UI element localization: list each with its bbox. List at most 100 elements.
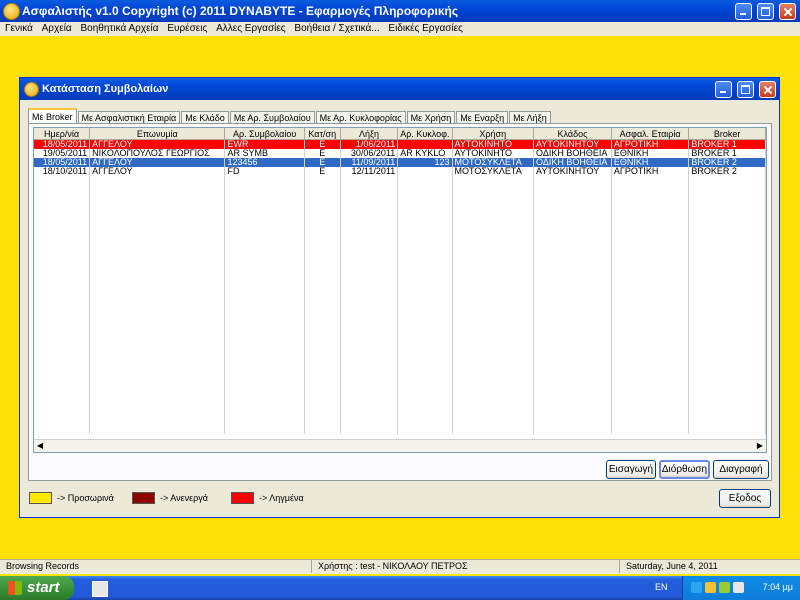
cell-name: ΑΓΓΕΛΟΥ (89, 139, 226, 149)
column-header-name[interactable]: Επωνυμία (89, 128, 226, 140)
cell-policy-number: 123456 (224, 158, 305, 167)
app-icon (3, 3, 20, 20)
column-header-usage[interactable]: Χρήση (452, 128, 535, 140)
cell-plate: 123 (397, 158, 453, 167)
cell-name: ΑΓΓΕΛΟΥ (89, 167, 226, 176)
maximize-button[interactable] (756, 3, 774, 20)
cell-company: ΑΓΡΟΤΙΚΗ (611, 139, 690, 149)
column-header-branch[interactable]: Κλάδος (533, 128, 612, 140)
maximize-icon (738, 82, 753, 97)
tray-app-icon[interactable] (719, 582, 730, 593)
policies-dialog: Κατάσταση Συμβολαίων Με Broker Με Ασφαλισ… (19, 77, 780, 518)
cell-name: ΝΙΚΟΛΟΠΟΥΛΟΣ ΓΕΩΡΓΙΟΣ (89, 149, 226, 158)
exit-button[interactable]: Εξοδος (719, 489, 771, 508)
scroll-left-icon[interactable]: ◀ (34, 440, 46, 452)
cell-branch: ΟΔΙΚΗ ΒΟΗΘΕΙΑ (533, 149, 612, 158)
menu-special-tasks[interactable]: Ειδικές Εργασίες (385, 22, 466, 36)
status-mode: Browsing Records (0, 560, 312, 573)
dialog-minimize-button[interactable] (714, 81, 732, 98)
grid-empty-area (34, 176, 766, 434)
close-button[interactable] (779, 3, 796, 20)
close-icon (760, 82, 775, 97)
column-header-company[interactable]: Ασφαλ. Εταιρία (611, 128, 690, 140)
minimize-button[interactable] (734, 3, 752, 20)
clock[interactable]: 7:04 μμ (763, 582, 793, 592)
cell-branch: ΑΥΤΟΚΙΝΗΤΟΥ (533, 167, 612, 176)
menu-other-tasks[interactable]: Αλλες Εργασίες (213, 22, 289, 36)
status-user: Χρήστης : test - ΝΙΚΟΛΑΟΥ ΠΕΤΡΟΣ (312, 560, 620, 573)
dialog-close-button[interactable] (759, 81, 776, 98)
legend-swatch-darkred (132, 492, 155, 504)
column-header-date[interactable]: Ημερ/νία (34, 128, 91, 140)
insert-button[interactable]: Εισαγωγή (606, 460, 656, 479)
system-tray: EN 7:04 μμ (655, 576, 800, 600)
column-header-plate[interactable]: Αρ. Κυκλοφ. (397, 128, 453, 140)
cell-status: E (304, 158, 341, 167)
column-header-policy-number[interactable]: Αρ. Συμβολαίου (224, 128, 305, 140)
legend-inactive: -> Ανενεργά (132, 492, 208, 504)
dialog-icon (24, 82, 39, 97)
table-row[interactable]: 18/05/2011 ΑΓΓΕΛΟΥ EWR E 1/06/2011 ΑΥΤΟΚ… (34, 139, 766, 149)
app-title-bar[interactable]: Ασφαλιστής v1.0 Copyright (c) 2011 DYNAB… (0, 0, 800, 22)
menu-aux-files[interactable]: Βοηθητικά Αρχεία (78, 22, 162, 36)
cell-expiry: 11/09/2011 (340, 158, 399, 167)
legend-expired: -> Ληγμένα (231, 492, 304, 504)
delete-button[interactable]: Διαγραφή (713, 460, 769, 479)
cell-date: 18/05/2011 (34, 139, 91, 149)
menubar: Γενικά Αρχεία Βοηθητικά Αρχεία Ευρέσεις … (0, 22, 800, 36)
cell-plate (397, 167, 453, 176)
dialog-title: Κατάσταση Συμβολαίων (42, 83, 169, 95)
cell-status: E (304, 149, 341, 158)
cell-date: 19/05/2011 (34, 149, 91, 158)
grid-header-row: Ημερ/νία Επωνυμία Αρ. Συμβολαίου Κατ/ση … (34, 128, 766, 140)
cell-usage: ΜΟΤΟΣΥΚΛΕΤΑ (452, 167, 535, 176)
table-row[interactable]: 18/10/2011 ΑΓΓΕΛΟΥ FD E 12/11/2011 ΜΟΤΟΣ… (34, 167, 766, 176)
minimize-icon (716, 82, 731, 97)
column-header-broker[interactable]: Broker (688, 128, 766, 140)
cell-broker: BROKER 1 (688, 139, 766, 149)
column-header-expiry[interactable]: Λήξη (340, 128, 399, 140)
app-title: Ασφαλιστής v1.0 Copyright (c) 2011 DYNAB… (22, 4, 459, 18)
scroll-right-icon[interactable]: ▶ (754, 440, 766, 452)
table-row[interactable]: 19/05/2011 ΝΙΚΟΛΟΠΟΥΛΟΣ ΓΕΩΡΓΙΟΣ AR SYMB… (34, 149, 766, 158)
dialog-title-bar[interactable]: Κατάσταση Συμβολαίων (20, 78, 779, 100)
minimize-icon (736, 4, 751, 19)
tray-volume-icon[interactable] (733, 582, 744, 593)
cell-plate (397, 139, 453, 149)
tray-network-icon[interactable] (691, 582, 702, 593)
tray-security-icon[interactable] (705, 582, 716, 593)
start-button[interactable]: start (0, 576, 74, 600)
menu-files[interactable]: Αρχεία (39, 22, 75, 36)
cell-policy-number: AR SYMB (224, 149, 305, 158)
cell-plate: AR KYKLO (397, 149, 453, 158)
cell-status: E (304, 139, 341, 149)
windows-logo-icon (8, 581, 22, 595)
menu-general[interactable]: Γενικά (0, 22, 36, 36)
column-header-status[interactable]: Κατ/ση (304, 128, 341, 140)
tab-strip: Με Broker Με Ασφαλιστική Εταιρία Με Κλάδο Μ… (28, 108, 552, 125)
legend-temporary: -> Προσωρινά (29, 492, 114, 504)
quicklaunch-app-icon[interactable] (92, 581, 108, 597)
cell-branch: ΟΔΙΚΗ ΒΟΗΘΕΙΑ (533, 158, 612, 167)
dialog-maximize-button[interactable] (736, 81, 754, 98)
legend-label: -> Ληγμένα (259, 493, 304, 503)
menu-search[interactable]: Ευρέσεις (164, 22, 210, 36)
cell-branch: ΑΥΤΟΚΙΝΗΤΟΥ (533, 139, 612, 149)
legend-label: -> Ανενεργά (160, 493, 208, 503)
edit-button[interactable]: Διόρθωση (659, 460, 710, 479)
cell-company: ΑΓΡΟΤΙΚΗ (611, 167, 690, 176)
cell-name: ΑΓΓΕΛΟΥ (89, 158, 226, 167)
cell-policy-number: FD (224, 167, 305, 176)
language-indicator[interactable]: EN (655, 582, 668, 592)
horizontal-scrollbar[interactable]: ◀ ▶ (34, 439, 766, 452)
cell-expiry: 1/06/2011 (340, 139, 399, 149)
legend-label: -> Προσωρινά (57, 493, 114, 503)
menu-help[interactable]: Βοήθεια / Σχετικά... (291, 22, 382, 36)
cell-broker: BROKER 2 (688, 167, 766, 176)
cell-usage: ΑΥΤΟΚΙΝΗΤΟ (452, 149, 535, 158)
taskbar: start EN 7:04 μμ (0, 576, 800, 600)
cell-company: ΕΘΝΙΚΗ (611, 149, 690, 158)
policies-grid[interactable]: Ημερ/νία Επωνυμία Αρ. Συμβολαίου Κατ/ση … (33, 127, 767, 453)
cell-usage: ΜΟΤΟΣΥΚΛΕΤΑ (452, 158, 535, 167)
table-row-selected[interactable]: 18/05/2011 ΑΓΓΕΛΟΥ 123456 E 11/09/2011 1… (34, 158, 766, 167)
